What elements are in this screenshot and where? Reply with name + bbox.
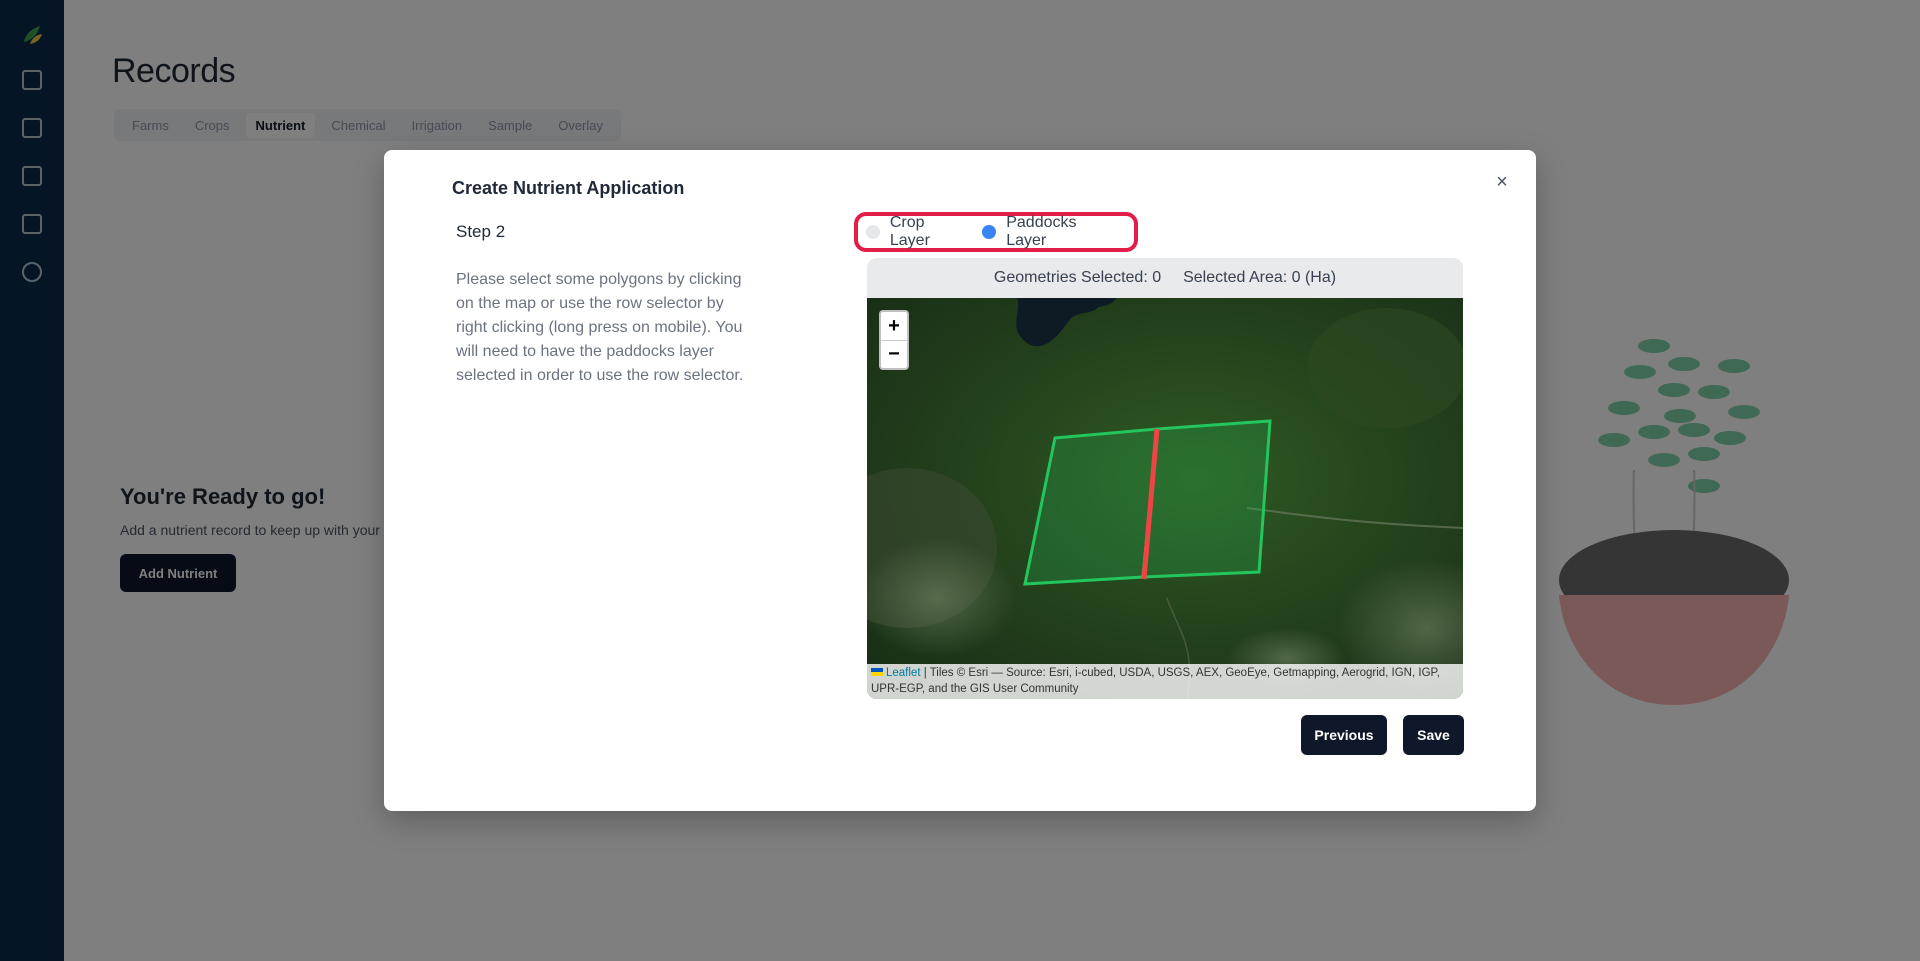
step-label: Step 2 <box>456 222 506 241</box>
zoom-control: + − <box>879 310 909 370</box>
crop-layer-radio[interactable]: Crop Layer <box>866 214 968 250</box>
zoom-in-button[interactable]: + <box>881 312 907 340</box>
paddocks-layer-label: Paddocks Layer <box>1006 214 1077 249</box>
crop-layer-label: Crop Layer <box>889 214 930 249</box>
paddocks-layer-radio-dot[interactable] <box>982 225 997 239</box>
modal-title: Create Nutrient Application <box>452 178 685 198</box>
paddock-polygons[interactable] <box>1023 419 1272 586</box>
geometries-selected-text: Geometries Selected: 0 <box>993 269 1162 286</box>
map-attribution: Leaflet | Tiles © Esri — Source: Esri, i… <box>867 664 1463 699</box>
ukraine-flag-icon <box>871 668 883 676</box>
layer-selector: Crop Layer Paddocks Layer <box>854 212 1138 252</box>
leaflet-link[interactable]: Leaflet <box>886 667 921 679</box>
close-icon[interactable]: × <box>1492 172 1512 192</box>
map-selection-stats: Geometries Selected: 0 Selected Area: 0 … <box>867 258 1463 298</box>
satellite-map[interactable]: + − Leaflet | Tiles © Esri — Source: Esr… <box>867 298 1463 699</box>
step-description: Please select some polygons by clicking … <box>456 271 744 384</box>
previous-button[interactable]: Previous <box>1301 715 1387 755</box>
crop-layer-radio-dot[interactable] <box>866 225 880 239</box>
save-button[interactable]: Save <box>1403 715 1464 755</box>
selected-area-text: Selected Area: 0 (Ha) <box>1183 269 1337 286</box>
create-nutrient-modal: × Create Nutrient Application Step 2 Ple… <box>384 150 1536 811</box>
map-panel: Geometries Selected: 0 Selected Area: 0 … <box>867 258 1463 699</box>
paddocks-layer-radio[interactable]: Paddocks Layer <box>982 214 1120 250</box>
attribution-text: | Tiles © Esri — Source: Esri, i-cubed, … <box>871 667 1440 695</box>
satellite-imagery[interactable] <box>867 298 1463 699</box>
zoom-out-button[interactable]: − <box>881 340 907 368</box>
